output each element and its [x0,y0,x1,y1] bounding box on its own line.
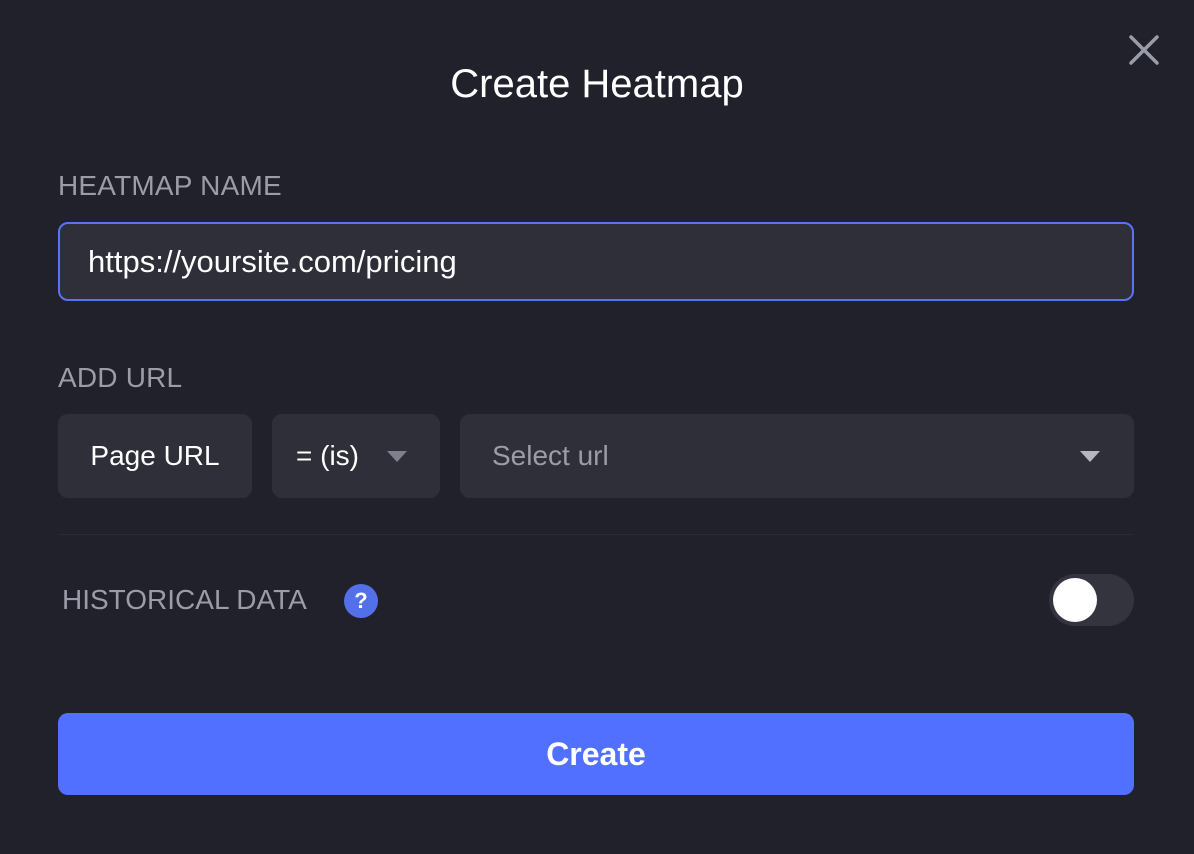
heatmap-name-input[interactable] [58,222,1134,301]
question-icon[interactable]: ? [344,584,378,618]
toggle-knob [1053,578,1097,622]
dialog-title: Create Heatmap [450,62,744,106]
create-heatmap-dialog: Create Heatmap HEATMAP NAME ADD URL Page… [0,0,1194,854]
page-url-field-label: Page URL [90,440,220,471]
section-divider [58,534,1134,535]
chevron-down-icon [1080,451,1100,462]
operator-value: = (is) [296,440,359,471]
heatmap-name-label: HEATMAP NAME [58,170,282,201]
chevron-down-icon [387,451,407,462]
add-url-label: ADD URL [58,362,183,393]
url-select[interactable]: Select url [460,414,1134,498]
url-select-placeholder: Select url [492,440,609,471]
operator-select[interactable]: = (is) [272,414,440,498]
historical-data-label: HISTORICAL DATA [62,584,307,615]
create-button[interactable]: Create [58,713,1134,795]
historical-data-toggle[interactable] [1049,574,1134,626]
page-url-field-button[interactable]: Page URL [58,414,252,498]
